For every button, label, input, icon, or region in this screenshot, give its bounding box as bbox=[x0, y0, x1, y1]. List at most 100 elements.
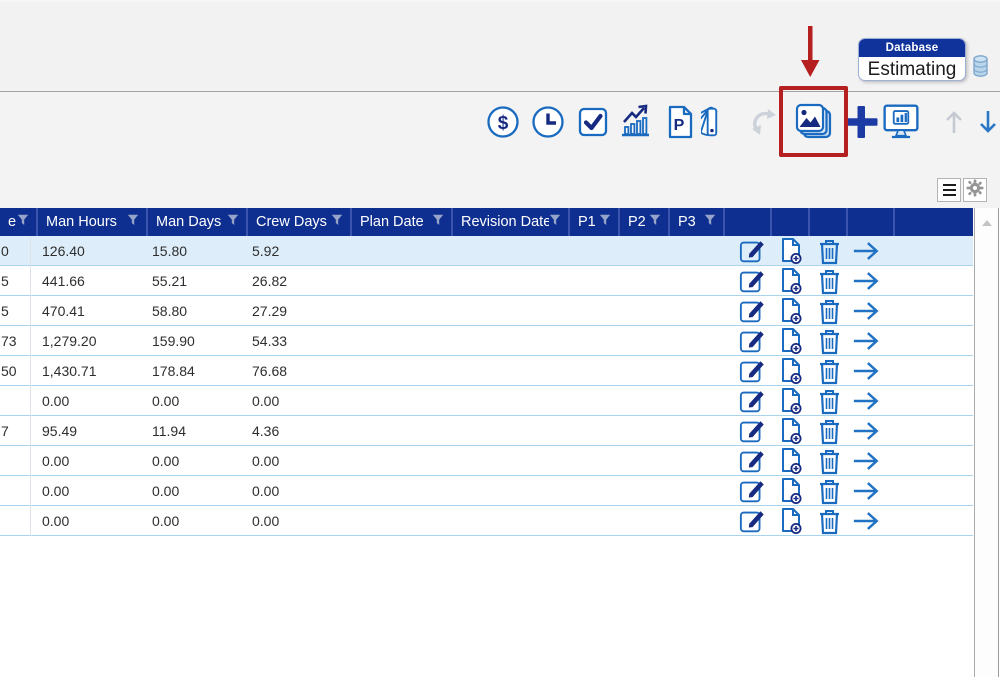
filter-funnel-icon[interactable] bbox=[227, 214, 239, 230]
delete-row-button[interactable] bbox=[815, 236, 843, 266]
table-row[interactable]: 0.00 0.00 0.00 bbox=[0, 446, 973, 476]
cell-truncated: 5 bbox=[1, 266, 30, 296]
hamburger-menu-button[interactable] bbox=[937, 178, 961, 202]
edit-row-button[interactable] bbox=[739, 326, 767, 356]
column-label: e bbox=[8, 214, 16, 230]
grid-column-header[interactable]: P3 bbox=[670, 208, 725, 236]
table-row[interactable]: 50 1,430.71 178.84 76.68 bbox=[0, 356, 973, 386]
edit-row-button[interactable] bbox=[739, 266, 767, 296]
grid-column-header[interactable]: Man Hours bbox=[38, 208, 148, 236]
grid-column-header[interactable]: Revision Date bbox=[453, 208, 570, 236]
filter-funnel-icon[interactable] bbox=[549, 214, 561, 230]
duplicate-row-button[interactable] bbox=[778, 386, 806, 416]
delete-row-button[interactable] bbox=[815, 416, 843, 446]
filter-funnel-icon[interactable] bbox=[704, 214, 716, 230]
time-clock-icon[interactable] bbox=[528, 100, 568, 144]
filter-funnel-icon[interactable] bbox=[599, 214, 611, 230]
table-row[interactable]: 0.00 0.00 0.00 bbox=[0, 476, 973, 506]
database-cylinder-icon[interactable] bbox=[971, 54, 990, 84]
checklist-icon[interactable] bbox=[573, 100, 613, 144]
delete-row-button[interactable] bbox=[815, 326, 843, 356]
cell-crew-days: 0.00 bbox=[252, 476, 279, 506]
edit-row-button[interactable] bbox=[739, 506, 767, 536]
open-row-arrow-button[interactable] bbox=[852, 386, 880, 416]
edit-row-button[interactable] bbox=[739, 416, 767, 446]
duplicate-row-button[interactable] bbox=[778, 296, 806, 326]
edit-row-button[interactable] bbox=[739, 296, 767, 326]
grid-column-header[interactable]: Man Days bbox=[148, 208, 248, 236]
move-down-icon[interactable] bbox=[968, 100, 1000, 144]
cell-crew-days: 0.00 bbox=[252, 446, 279, 476]
cost-dollar-icon[interactable]: $ bbox=[483, 100, 523, 144]
duplicate-row-button[interactable] bbox=[778, 356, 806, 386]
delete-row-button[interactable] bbox=[815, 296, 843, 326]
open-row-arrow-button[interactable] bbox=[852, 446, 880, 476]
palette-swatch-icon[interactable] bbox=[701, 100, 741, 144]
cell-crew-days: 54.33 bbox=[252, 326, 287, 356]
p-document-icon[interactable]: P bbox=[660, 100, 700, 144]
delete-row-button[interactable] bbox=[815, 446, 843, 476]
duplicate-row-button[interactable] bbox=[778, 236, 806, 266]
grid-column-header[interactable] bbox=[810, 208, 848, 236]
grid-column-header[interactable]: e bbox=[0, 208, 38, 236]
cell-crew-days: 26.82 bbox=[252, 266, 287, 296]
table-row[interactable]: 5 441.66 55.21 26.82 bbox=[0, 266, 973, 296]
duplicate-row-button[interactable] bbox=[778, 446, 806, 476]
table-row[interactable]: 5 470.41 58.80 27.29 bbox=[0, 296, 973, 326]
open-row-arrow-button[interactable] bbox=[852, 416, 880, 446]
grid-settings-button[interactable] bbox=[963, 178, 987, 202]
cell-man-days: 11.94 bbox=[152, 416, 186, 446]
duplicate-row-button[interactable] bbox=[778, 266, 806, 296]
cell-man-hours: 1,430.71 bbox=[42, 356, 97, 386]
open-row-arrow-button[interactable] bbox=[852, 356, 880, 386]
grid-column-header[interactable]: P2 bbox=[620, 208, 670, 236]
edit-row-button[interactable] bbox=[739, 356, 767, 386]
delete-row-button[interactable] bbox=[815, 386, 843, 416]
grid-column-header[interactable]: P1 bbox=[570, 208, 620, 236]
open-row-arrow-button[interactable] bbox=[852, 236, 880, 266]
table-row[interactable]: 7 95.49 11.94 4.36 bbox=[0, 416, 973, 446]
grid-column-header[interactable]: Plan Date bbox=[352, 208, 453, 236]
scroll-up-icon[interactable] bbox=[975, 213, 998, 231]
delete-row-button[interactable] bbox=[815, 266, 843, 296]
filter-funnel-icon[interactable] bbox=[649, 214, 661, 230]
vertical-scrollbar[interactable] bbox=[974, 208, 999, 677]
delete-row-button[interactable] bbox=[815, 506, 843, 536]
grid-column-header[interactable] bbox=[895, 208, 973, 236]
cell-man-days: 0.00 bbox=[152, 446, 179, 476]
filter-funnel-icon[interactable] bbox=[127, 214, 139, 230]
table-row[interactable]: 0.00 0.00 0.00 bbox=[0, 506, 973, 536]
open-row-arrow-button[interactable] bbox=[852, 326, 880, 356]
edit-row-button[interactable] bbox=[739, 236, 767, 266]
monitor-report-icon[interactable] bbox=[881, 100, 921, 144]
duplicate-row-button[interactable] bbox=[778, 326, 806, 356]
cell-truncated bbox=[1, 506, 30, 536]
filter-funnel-icon[interactable] bbox=[432, 214, 444, 230]
red-arrow-down bbox=[798, 24, 822, 85]
chart-growth-icon[interactable] bbox=[615, 100, 655, 144]
table-row[interactable]: 0 126.40 15.80 5.92 bbox=[0, 236, 973, 266]
filter-funnel-icon[interactable] bbox=[17, 214, 29, 230]
open-row-arrow-button[interactable] bbox=[852, 476, 880, 506]
grid-column-header[interactable]: Crew Days bbox=[248, 208, 352, 236]
toolbar: $ bbox=[0, 98, 1000, 146]
delete-row-button[interactable] bbox=[815, 476, 843, 506]
column-label: P1 bbox=[578, 214, 596, 230]
edit-row-button[interactable] bbox=[739, 386, 767, 416]
table-row[interactable]: 73 1,279.20 159.90 54.33 bbox=[0, 326, 973, 356]
database-mode-tab[interactable]: Database Estimating bbox=[858, 38, 966, 81]
duplicate-row-button[interactable] bbox=[778, 476, 806, 506]
open-row-arrow-button[interactable] bbox=[852, 506, 880, 536]
duplicate-row-button[interactable] bbox=[778, 416, 806, 446]
duplicate-row-button[interactable] bbox=[778, 506, 806, 536]
table-row[interactable]: 0.00 0.00 0.00 bbox=[0, 386, 973, 416]
edit-row-button[interactable] bbox=[739, 446, 767, 476]
grid-column-header[interactable] bbox=[772, 208, 810, 236]
filter-funnel-icon[interactable] bbox=[331, 214, 343, 230]
open-row-arrow-button[interactable] bbox=[852, 296, 880, 326]
grid-column-header[interactable] bbox=[725, 208, 772, 236]
grid-column-header[interactable] bbox=[848, 208, 895, 236]
delete-row-button[interactable] bbox=[815, 356, 843, 386]
open-row-arrow-button[interactable] bbox=[852, 266, 880, 296]
edit-row-button[interactable] bbox=[739, 476, 767, 506]
